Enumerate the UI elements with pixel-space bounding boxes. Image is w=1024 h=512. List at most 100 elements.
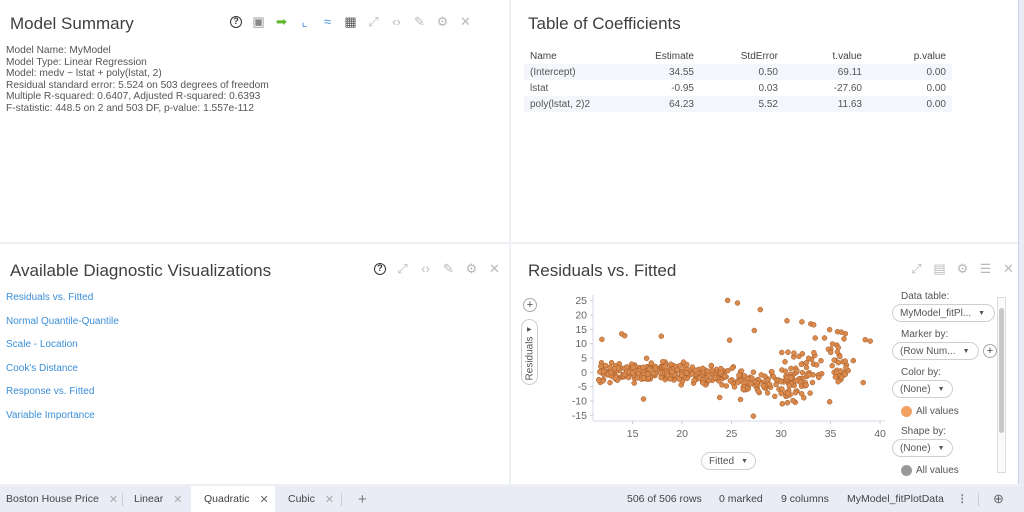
table-row[interactable]: (Intercept) 34.55 0.50 69.11 0.00: [524, 64, 952, 80]
data-point[interactable]: [835, 378, 841, 385]
data-point[interactable]: [630, 364, 636, 371]
data-point[interactable]: [621, 332, 628, 339]
data-point[interactable]: [842, 358, 848, 364]
data-point[interactable]: [662, 363, 668, 370]
data-table-dropdown[interactable]: MyModel_fitPl... ▼: [892, 304, 995, 322]
data-point[interactable]: [625, 374, 632, 381]
data-point[interactable]: [611, 365, 618, 372]
data-point[interactable]: [723, 383, 730, 389]
data-point[interactable]: [867, 338, 873, 344]
data-point[interactable]: [737, 396, 744, 403]
data-point[interactable]: [770, 373, 777, 380]
link-residuals-vs-fitted[interactable]: Residuals vs. Fitted: [6, 292, 119, 316]
data-point[interactable]: [750, 413, 757, 419]
data-point[interactable]: [809, 379, 816, 386]
data-point[interactable]: [726, 337, 733, 343]
data-point[interactable]: [821, 335, 828, 341]
data-point[interactable]: [652, 365, 658, 372]
table-row[interactable]: poly(lstat, 2)2 64.23 5.52 11.63 0.00: [524, 96, 952, 112]
data-point[interactable]: [699, 380, 706, 386]
data-point[interactable]: [772, 393, 778, 400]
data-point[interactable]: [640, 396, 647, 402]
data-point[interactable]: [799, 351, 806, 357]
data-point[interactable]: [596, 377, 602, 383]
data-point[interactable]: [816, 374, 822, 381]
data-point[interactable]: [785, 390, 791, 397]
close-tab-icon[interactable]: ✕: [260, 493, 269, 506]
data-point[interactable]: [691, 377, 697, 384]
data-point[interactable]: [631, 380, 637, 386]
add-marker-button[interactable]: +: [983, 344, 997, 358]
help-icon[interactable]: ?: [230, 15, 242, 28]
maximize-icon[interactable]: ⤢: [910, 262, 923, 275]
data-point[interactable]: [798, 361, 805, 368]
settings-icon[interactable]: ⚙: [436, 15, 449, 28]
data-point[interactable]: [799, 369, 806, 376]
data-point[interactable]: [724, 297, 731, 304]
data-point[interactable]: [667, 376, 673, 382]
data-point[interactable]: [766, 381, 773, 387]
data-point[interactable]: [599, 336, 605, 343]
scatter-plot[interactable]: 25 20 15 10 5 0 -5 -10 -15 15 20 25 30 35 40: [551, 289, 891, 439]
data-point[interactable]: [786, 383, 793, 389]
data-point[interactable]: [635, 370, 642, 377]
column-header[interactable]: StdError: [700, 48, 784, 64]
data-point[interactable]: [676, 376, 682, 382]
data-point[interactable]: [799, 319, 805, 325]
column-header[interactable]: Estimate: [624, 48, 700, 64]
data-point[interactable]: [803, 364, 810, 371]
data-point[interactable]: [850, 357, 857, 364]
marker-by-dropdown[interactable]: (Row Num... ▼: [892, 342, 979, 360]
data-point[interactable]: [760, 383, 767, 389]
calculator-icon[interactable]: ▦: [344, 15, 357, 28]
data-point[interactable]: [740, 386, 746, 393]
data-point[interactable]: [779, 401, 786, 407]
data-point[interactable]: [860, 379, 866, 386]
data-point[interactable]: [668, 361, 674, 367]
data-point[interactable]: [758, 372, 765, 378]
data-point[interactable]: [750, 369, 757, 375]
tab-linear[interactable]: Linear ✕: [128, 486, 188, 512]
data-point[interactable]: [612, 375, 619, 381]
close-tab-icon[interactable]: ✕: [109, 493, 118, 506]
data-point[interactable]: [669, 369, 675, 375]
copy-visual-icon[interactable]: ▣: [252, 15, 265, 28]
data-point[interactable]: [792, 389, 799, 396]
data-point[interactable]: [784, 399, 791, 406]
column-header[interactable]: t.value: [784, 48, 868, 64]
data-point[interactable]: [764, 390, 771, 396]
tab-quadratic[interactable]: Quadratic ✕: [191, 486, 275, 512]
data-point[interactable]: [834, 349, 841, 355]
data-point[interactable]: [629, 370, 636, 376]
data-point[interactable]: [778, 378, 784, 385]
data-point[interactable]: [803, 359, 810, 366]
data-point[interactable]: [835, 359, 842, 366]
shape-legend-item[interactable]: All values: [916, 465, 959, 476]
data-point[interactable]: [782, 368, 789, 375]
data-point[interactable]: [646, 366, 653, 372]
data-point[interactable]: [801, 395, 807, 401]
help-icon[interactable]: ?: [374, 262, 386, 275]
data-point[interactable]: [680, 359, 687, 365]
close-icon[interactable]: ✕: [1002, 262, 1015, 275]
legend-list-icon[interactable]: ☰: [979, 262, 992, 275]
data-point[interactable]: [598, 363, 604, 370]
maximize-icon[interactable]: ⤢: [367, 15, 380, 28]
data-point[interactable]: [699, 365, 706, 372]
shape-by-dropdown[interactable]: (None) ▼: [892, 439, 953, 457]
close-icon[interactable]: ✕: [459, 15, 472, 28]
data-point[interactable]: [788, 375, 794, 381]
link-scale-location[interactable]: Scale - Location: [6, 339, 119, 363]
data-point[interactable]: [790, 397, 796, 404]
y-axis-selector[interactable]: ▶ Residuals: [521, 319, 538, 385]
data-point[interactable]: [749, 375, 755, 381]
column-header[interactable]: p.value: [868, 48, 952, 64]
x-axis-selector[interactable]: Fitted ▼: [701, 452, 756, 470]
scrollbar-thumb[interactable]: [999, 308, 1004, 433]
link-response-vs-fitted[interactable]: Response vs. Fitted: [6, 386, 119, 410]
data-point[interactable]: [806, 372, 812, 378]
data-point[interactable]: [778, 390, 784, 397]
curve-chart-icon[interactable]: ≈: [321, 15, 334, 28]
table-row[interactable]: lstat -0.95 0.03 -27.60 0.00: [524, 80, 952, 96]
data-point[interactable]: [640, 364, 646, 371]
